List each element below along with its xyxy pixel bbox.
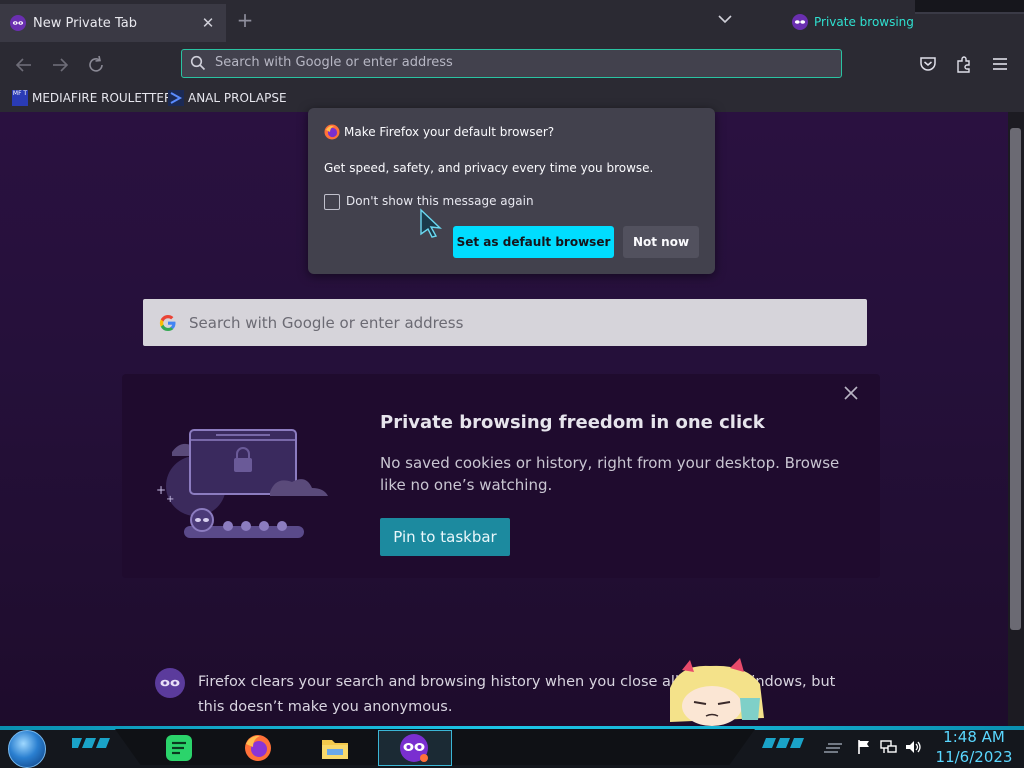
taskbar-decoration-icon <box>762 738 804 748</box>
window-controls[interactable] <box>915 0 1024 14</box>
tab-close-button[interactable]: ✕ <box>200 13 216 33</box>
promo-title: Private browsing freedom in one click <box>380 412 765 433</box>
taskbar-decoration-icon <box>72 738 110 748</box>
back-arrow-icon[interactable] <box>13 54 35 76</box>
private-mask-icon <box>792 14 808 30</box>
firefox-logo-icon <box>324 124 340 140</box>
list-all-tabs-chevron-icon[interactable] <box>716 12 734 26</box>
cartoon-character-icon <box>670 658 764 726</box>
dont-show-again-checkbox[interactable] <box>324 194 340 210</box>
bookmark-label: MEDIAFIRE ROULETTER <box>32 91 173 105</box>
action-center-flag-icon[interactable] <box>856 739 872 755</box>
firefox-private-icon[interactable] <box>398 732 430 764</box>
set-default-browser-button[interactable]: Set as default browser <box>453 226 614 258</box>
clock-time[interactable]: 1:48 AM <box>940 728 1008 746</box>
new-tab-button[interactable]: + <box>236 10 254 30</box>
svg-text:+: + <box>166 494 174 505</box>
bookmark-label: ANAL PROLAPSE <box>188 91 287 105</box>
network-icon[interactable] <box>880 739 898 755</box>
show-hidden-icons-icon[interactable] <box>822 740 844 756</box>
default-browser-popup: Make Firefox your default browser? Get s… <box>308 108 715 274</box>
promo-description: No saved cookies or history, right from … <box>380 454 840 494</box>
page-search-placeholder[interactable]: Search with Google or enter address <box>189 314 463 332</box>
promo-card: + + Private browsing freedom in one clic… <box>122 374 880 578</box>
extensions-puzzle-icon[interactable] <box>954 54 974 74</box>
firefox-icon[interactable] <box>242 732 274 764</box>
private-mask-icon <box>155 668 185 698</box>
google-logo-icon <box>159 314 176 332</box>
pocket-icon[interactable] <box>918 54 938 74</box>
dont-show-again-label[interactable]: Don't show this message again <box>346 194 534 208</box>
page-search-box[interactable]: Search with Google or enter address <box>143 299 867 346</box>
private-window-illustration-icon: + + <box>156 429 328 538</box>
volume-speaker-icon[interactable] <box>904 739 922 755</box>
reload-icon[interactable] <box>85 54 107 76</box>
bookmark-favicon: MF T <box>12 90 28 106</box>
address-bar[interactable]: Search with Google or enter address <box>181 49 842 78</box>
address-input[interactable]: Search with Google or enter address <box>215 55 453 70</box>
file-explorer-folder-icon[interactable] <box>319 732 351 764</box>
popup-description: Get speed, safety, and privacy every tim… <box>324 161 654 175</box>
tab-new-private[interactable]: New Private Tab ✕ <box>0 4 226 42</box>
start-button[interactable] <box>8 730 46 768</box>
private-browsing-label: Private browsing <box>814 15 914 29</box>
forward-arrow-icon[interactable] <box>49 54 71 76</box>
bookmark-anal-prolapse[interactable]: ANAL PROLAPSE <box>168 90 288 106</box>
clock-date[interactable]: 11/6/2023 <box>934 748 1014 766</box>
notes-app-icon[interactable] <box>163 732 195 764</box>
search-icon <box>190 55 206 71</box>
bookmark-mediafire-rouletter[interactable]: MF T MEDIAFIRE ROULETTER <box>12 90 172 106</box>
svg-text:+: + <box>156 483 166 497</box>
tab-title: New Private Tab <box>33 16 137 31</box>
popup-title: Make Firefox your default browser? <box>344 125 555 139</box>
bookmark-favicon-icon <box>168 90 184 106</box>
pin-to-taskbar-button[interactable]: Pin to taskbar <box>380 518 510 556</box>
close-icon[interactable] <box>842 384 860 402</box>
hamburger-menu-icon[interactable] <box>990 54 1010 74</box>
private-mask-icon <box>10 15 26 31</box>
not-now-button[interactable]: Not now <box>623 226 699 258</box>
mouse-cursor-icon <box>420 208 442 238</box>
scrollbar-thumb[interactable] <box>1010 128 1021 630</box>
